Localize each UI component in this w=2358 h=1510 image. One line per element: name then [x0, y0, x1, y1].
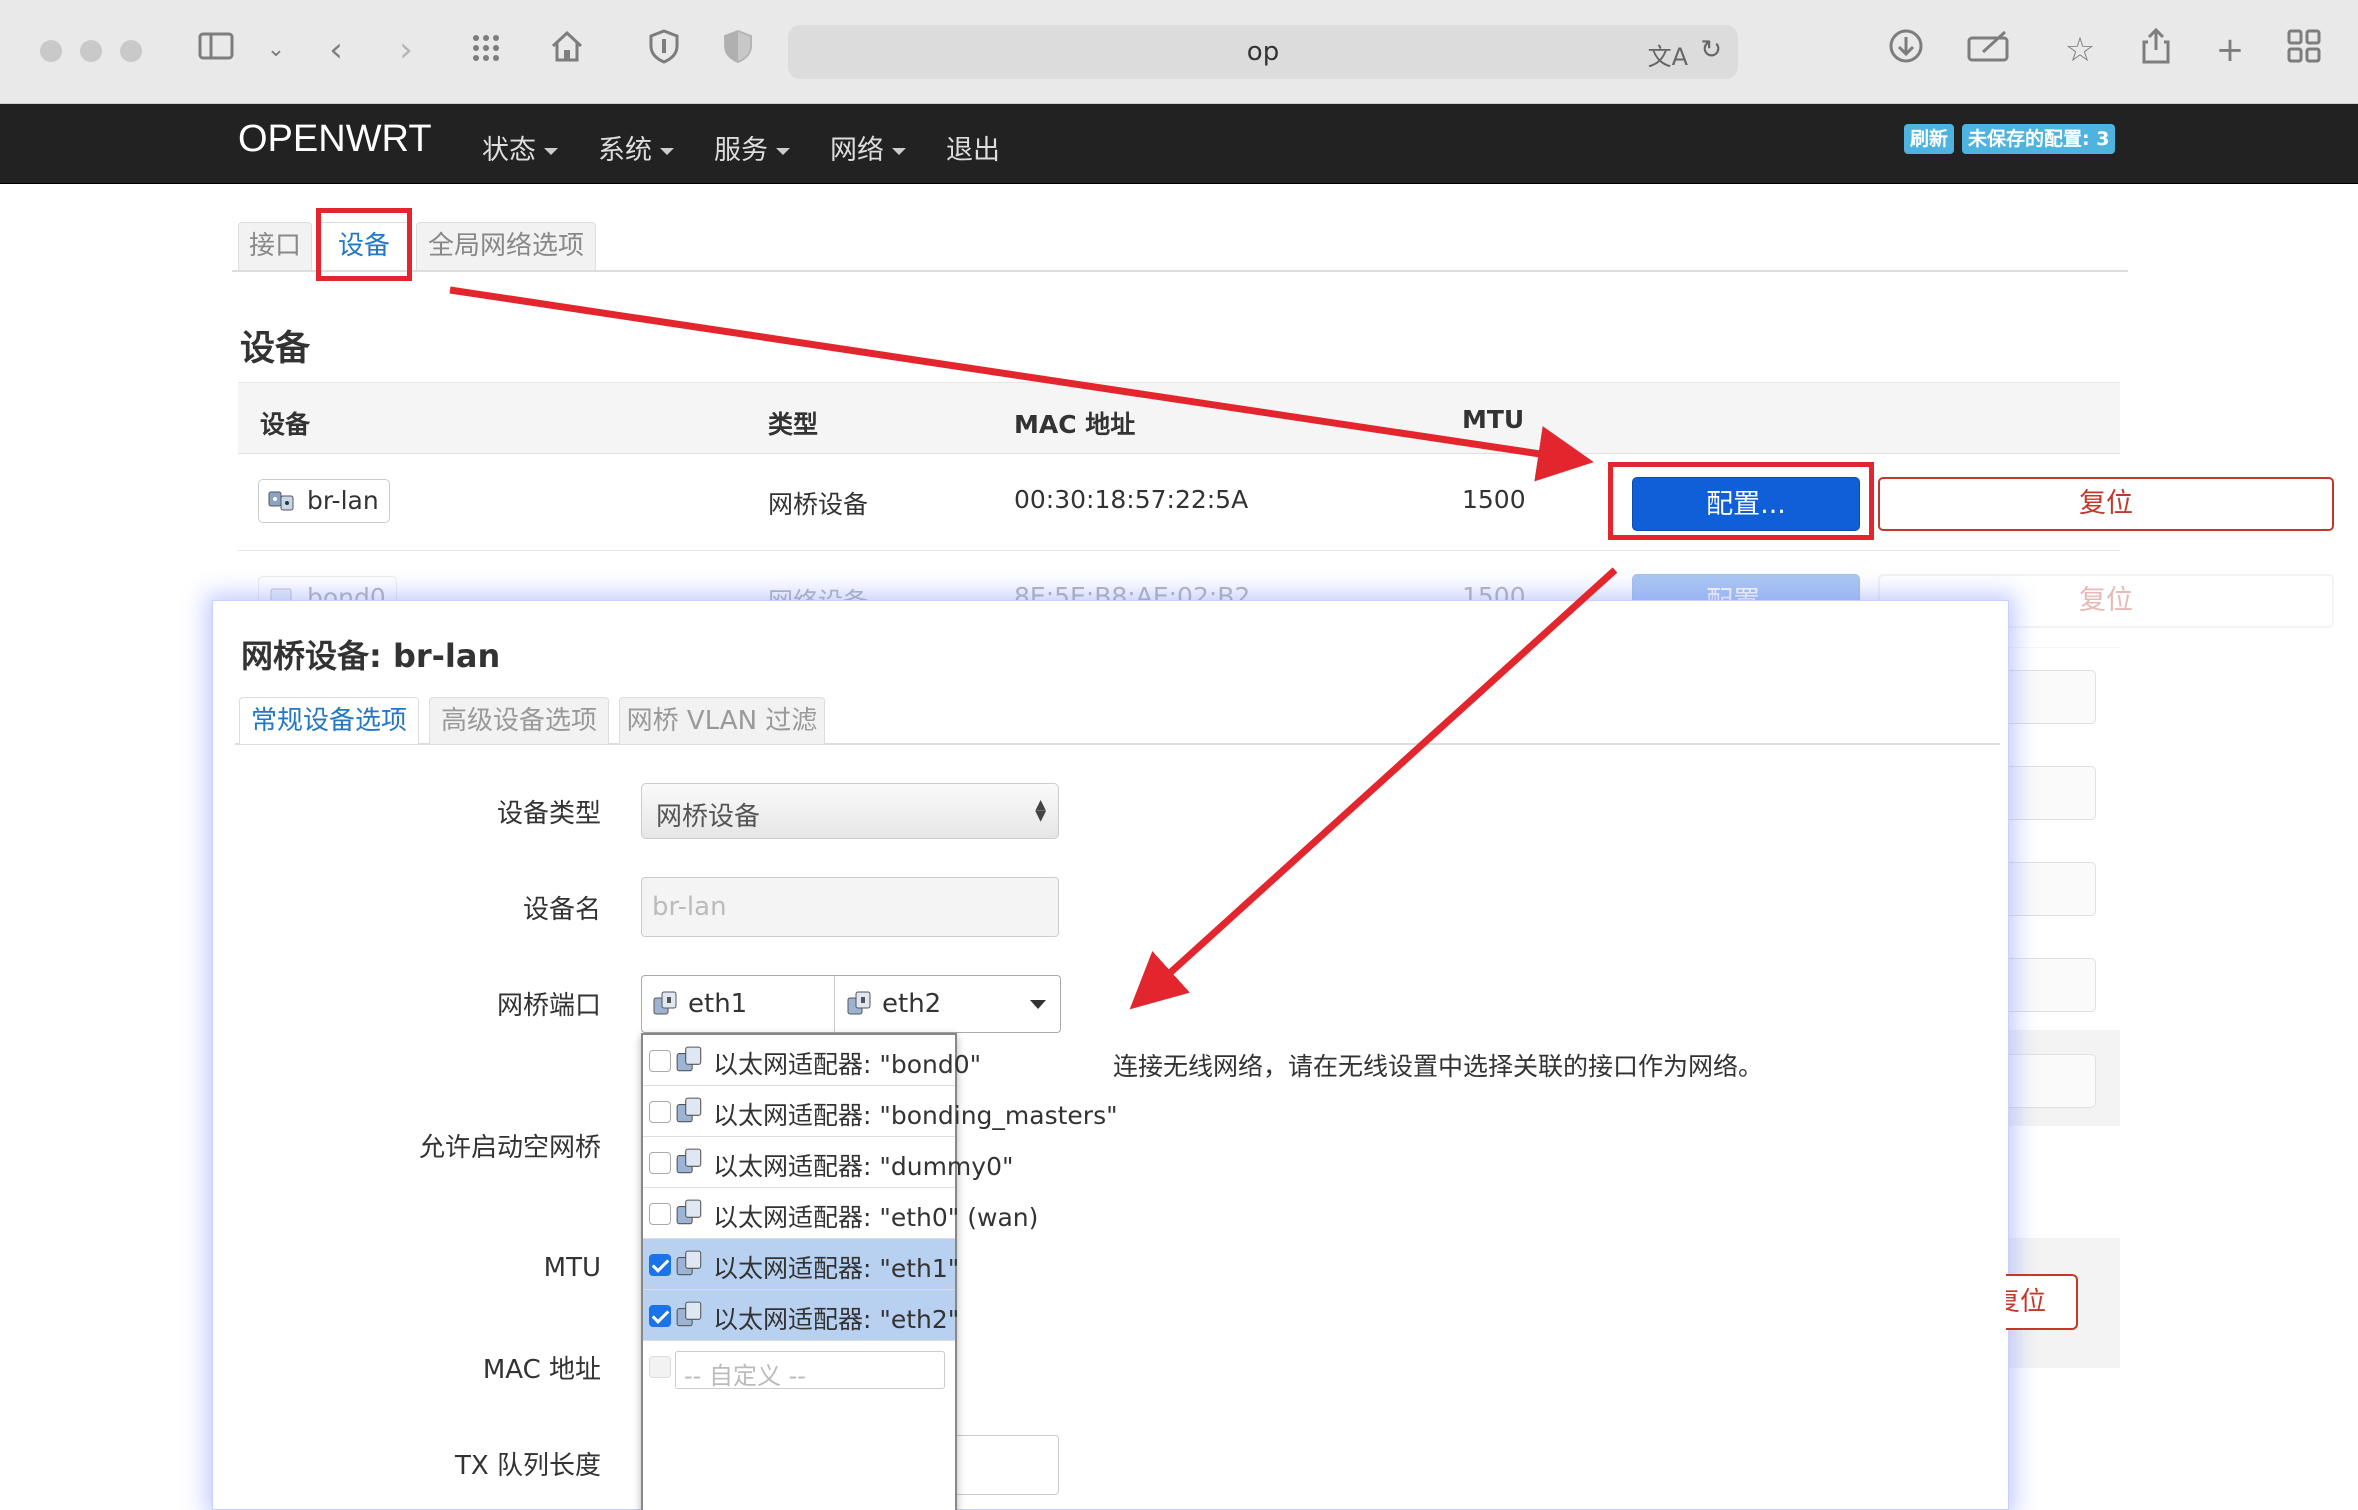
arrow-to-bridge-ports	[1129, 567, 1618, 1010]
arrow-to-configure	[449, 286, 1594, 482]
annotation-arrows	[449, 286, 1618, 1010]
